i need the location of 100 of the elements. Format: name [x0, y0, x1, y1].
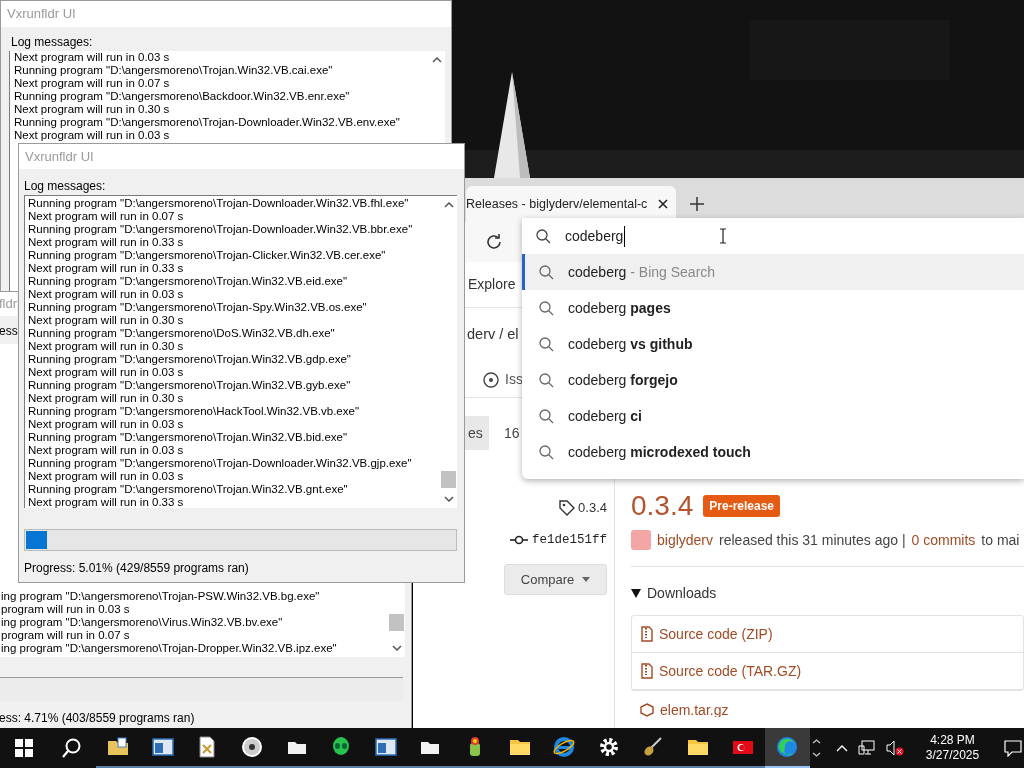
asset-link[interactable]: elem.tar.gz: [660, 703, 729, 717]
search-icon[interactable]: [62, 738, 82, 758]
package-icon: [640, 703, 654, 717]
browser-tab[interactable]: Releases - biglyderv/elemental-c: [466, 186, 676, 222]
compare-button[interactable]: Compare: [504, 564, 607, 595]
progress-text: ess: 4.71% (403/8559 programs ran): [0, 710, 195, 727]
release-meta: to mai: [981, 530, 1020, 550]
log-line: Next program will run in 0.30 s: [14, 103, 170, 116]
scrollbar-thumb[interactable]: [441, 471, 456, 488]
log-label: ess: [0, 323, 18, 340]
nav-link[interactable]: Explore: [468, 274, 516, 295]
log-line: ing program "D:\angersmoreno\Virus.Win32.VB.bv.exe": [1, 616, 283, 629]
commits-link[interactable]: 0 commits: [911, 529, 976, 551]
close-icon[interactable]: [658, 199, 668, 209]
release-title: 0.3.4: [631, 489, 694, 523]
suggestion-item[interactable]: codeberg forgejo: [522, 362, 1024, 398]
download-link[interactable]: Source code (TAR.GZ): [659, 660, 802, 682]
network-icon[interactable]: [857, 740, 876, 756]
log-line: Running program "D:\angersmoreno\Trojan-Downloader.Win32.VB.bbr.exe": [28, 223, 413, 236]
log-line: Next program will run in 0.30 s: [28, 340, 184, 353]
new-tab-icon[interactable]: [690, 197, 704, 211]
log-line: Next program will run in 0.03 s: [28, 418, 184, 431]
search-icon: [539, 336, 554, 352]
log-line: Running program "D:\angersmoreno\Trojan.Win32.VB.gdp.exe": [28, 353, 351, 366]
author-link[interactable]: biglyderv: [657, 529, 714, 551]
log-line: Running program "D:\angersmoreno\Trojan-Downloader.Win32.VB.fhl.exe": [28, 197, 409, 210]
log-line: Running program "D:\angersmoreno\HackTool.Win32.VB.vb.exe": [28, 405, 359, 418]
log-label: Log messages:: [23, 178, 107, 195]
scroll-down-icon[interactable]: [391, 645, 402, 651]
taskbar-app[interactable]: [764, 728, 810, 768]
log-line: Next program will run in 0.03 s: [28, 288, 184, 301]
repo-title: derv / el: [467, 325, 519, 345]
globe-e-icon[interactable]: [552, 735, 577, 759]
log-line: Running program "D:\angersmoreno\Trojan.Win32.VB.eid.exe": [28, 275, 348, 288]
clock-time[interactable]: 4:28 PM: [930, 733, 975, 748]
window-icon[interactable]: [373, 735, 398, 759]
window-title: Vxrunfldr UI: [19, 144, 464, 169]
log-line: Next program will run in 0.30 s: [28, 314, 184, 327]
scroll-up-icon[interactable]: [431, 57, 442, 63]
window-title: fldr: [0, 292, 18, 316]
zip-file-icon: [641, 663, 653, 679]
search-icon: [539, 372, 554, 388]
browser-swirl-icon[interactable]: [775, 735, 800, 759]
releases-tab[interactable]: es: [465, 416, 489, 450]
text-cursor-icon: [719, 228, 728, 244]
log-line: program will run in 0.07 s: [1, 629, 130, 642]
log-line: Running program "D:\angersmoreno\Trojan.Win32.VB.gyb.exe": [28, 379, 351, 392]
suggestion-item[interactable]: codeberg ci: [522, 398, 1024, 434]
zip-file-icon: [641, 626, 653, 642]
disc-icon[interactable]: [240, 735, 265, 759]
chevron-up-icon[interactable]: [835, 744, 848, 752]
log-line: Running program "D:\angersmoreno\Trojan.Win32.VB.cai.exe": [14, 64, 333, 77]
download-link[interactable]: Source code (ZIP): [659, 623, 773, 645]
suggestion-item[interactable]: codeberg microdexed touch: [522, 434, 1024, 470]
log-line: Running program "D:\angersmoreno\Trojan-Downloader.Win32.VB.env.exe": [14, 116, 400, 129]
log-line: program will run in 0.03 s: [1, 603, 130, 616]
scrollbar-thumb[interactable]: [389, 614, 404, 631]
log-line: Next program will run in 0.07 s: [28, 210, 184, 223]
caret-icon: [582, 577, 591, 582]
suggestion-item[interactable]: codeberg - Bing Search: [522, 254, 1024, 290]
log-line: Next program will run in 0.30 s: [28, 392, 184, 405]
search-icon: [539, 444, 554, 460]
downloads-heading[interactable]: Downloads: [647, 582, 717, 604]
log-line: Running program "D:\angersmoreno\Backdoor.Win32.VB.enr.exe": [14, 90, 350, 103]
release-tag[interactable]: 0.3.4: [578, 498, 607, 518]
log-line: Next program will run in 0.03 s: [14, 51, 170, 64]
scroll-down-icon[interactable]: [443, 496, 454, 502]
commit-hash[interactable]: fe1de151ff: [532, 530, 607, 550]
log-line: Next program will run in 0.33 s: [28, 496, 184, 509]
clock-date[interactable]: 3/27/2025: [925, 748, 980, 763]
log-line: Running program "D:\angersmoreno\Trojan.Win32.VB.gnt.exe": [28, 483, 348, 496]
search-icon: [536, 228, 551, 244]
expanded-triangle-icon[interactable]: [631, 588, 641, 598]
start-icon[interactable]: [15, 739, 33, 757]
tab-title: Releases - biglyderv/elemental-c: [466, 195, 648, 213]
scroll-up-icon[interactable]: [443, 202, 454, 208]
log-line: ing program "D:\angersmoreno\Trojan-Dropper.Win32.VB.ipz.exe": [1, 642, 337, 655]
log-line: Next program will run in 0.03 s: [28, 366, 184, 379]
log-line: Next program will run in 0.03 s: [14, 129, 170, 142]
issues-tab[interactable]: Iss: [505, 369, 523, 390]
log-line: Next program will run in 0.07 s: [14, 77, 170, 90]
window-title: Vxrunfldr UI: [1, 1, 451, 27]
log-line: Running program "D:\angersmoreno\Trojan-Clicker.Win32.VB.cer.exe": [28, 249, 386, 262]
window-icon[interactable]: [150, 735, 175, 759]
search-icon: [539, 408, 554, 424]
log-line: Next program will run in 0.03 s: [28, 444, 184, 457]
suggestion-item[interactable]: codeberg pages: [522, 290, 1024, 326]
notification-icon[interactable]: [1003, 739, 1022, 757]
search-icon: [539, 300, 554, 316]
log-line: Running program "D:\angersmoreno\DoS.Win32.VB.dh.exe": [28, 327, 335, 340]
log-line: Running program "D:\angersmoreno\Trojan-Downloader.Win32.VB.gjp.exe": [28, 457, 412, 470]
suggestion-item[interactable]: codeberg vs github: [522, 326, 1024, 362]
log-line: ing program "D:\angersmoreno\Trojan-PSW.Win32.VB.bg.exe": [1, 590, 320, 603]
log-line: Next program will run in 0.03 s: [28, 470, 184, 483]
muted-speaker-icon[interactable]: [885, 740, 904, 756]
log-line: Running program "D:\angersmoreno\Trojan-Spy.Win32.VB.os.exe": [28, 301, 367, 314]
tag-icon: [559, 500, 576, 516]
tab-count: 16: [504, 423, 520, 443]
log-line: Next program will run in 0.33 s: [28, 262, 184, 275]
reload-icon[interactable]: [485, 233, 503, 251]
